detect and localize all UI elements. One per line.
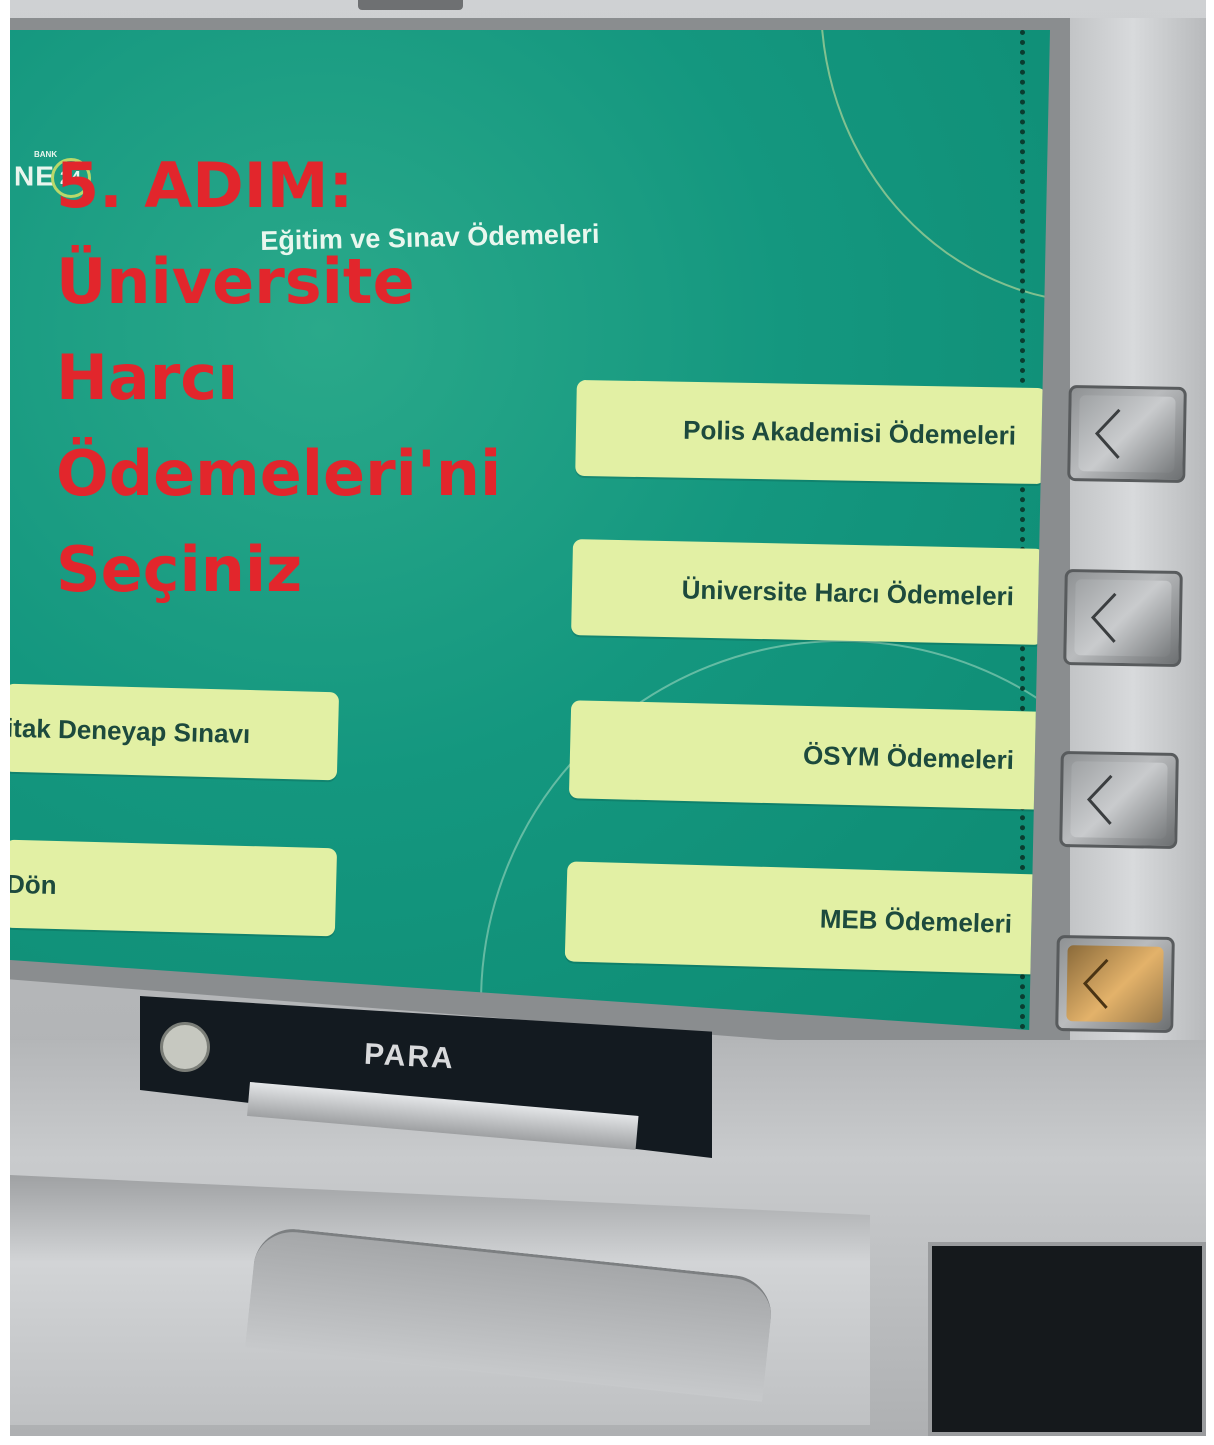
receipt-slot	[928, 1242, 1206, 1436]
instruction-line: 5. ADIM:	[56, 149, 354, 222]
side-key-face	[1066, 945, 1164, 1023]
side-key-4[interactable]	[1055, 934, 1175, 1034]
side-key-2[interactable]	[1063, 568, 1183, 668]
instruction-line: Ödemeleri'ni	[56, 437, 502, 510]
chevron-left-icon	[1090, 592, 1117, 643]
cash-slot-label: PARA	[363, 1037, 456, 1076]
chevron-left-icon	[1094, 408, 1121, 459]
side-key-1[interactable]	[1067, 384, 1187, 484]
instruction-line: Harcı	[56, 341, 239, 414]
side-key-face	[1070, 761, 1168, 839]
menu-button-polis-akademisi[interactable]: Polis Akademisi Ödemeleri	[575, 379, 1047, 485]
side-key-3[interactable]	[1059, 750, 1179, 850]
side-key-face	[1078, 395, 1176, 473]
decorative-arc	[820, 30, 1050, 304]
chevron-left-icon	[1086, 774, 1113, 825]
side-panel	[1060, 18, 1206, 1063]
instruction-line: Üniversite	[56, 245, 415, 318]
menu-button-deneyap-sinavi[interactable]: itak Deneyap Sınavı	[10, 683, 340, 781]
logo-text: NE	[14, 160, 55, 192]
menu-button-osym[interactable]: ÖSYM Ödemeleri	[568, 700, 1046, 810]
logo-small-text: BANK	[34, 150, 58, 159]
menu-button-meb[interactable]: MEB Ödemeleri	[564, 861, 1044, 975]
menu-button-geri-don[interactable]: Dön	[10, 839, 338, 937]
menu-button-universite-harci[interactable]: Üniversite Harcı Ödemeleri	[571, 539, 1045, 645]
instruction-line: Seçiniz	[56, 533, 303, 606]
side-key-face	[1074, 579, 1172, 657]
chevron-left-icon	[1082, 958, 1109, 1009]
atm-photo: BANK NE 24 Eğitim ve Sınav Ödemeleri Poli…	[10, 0, 1206, 1436]
cash-icon	[160, 1022, 210, 1072]
top-slot	[358, 0, 463, 10]
instruction-overlay: 5. ADIM: Üniversite Harcı Ödemeleri'ni S…	[56, 138, 616, 618]
